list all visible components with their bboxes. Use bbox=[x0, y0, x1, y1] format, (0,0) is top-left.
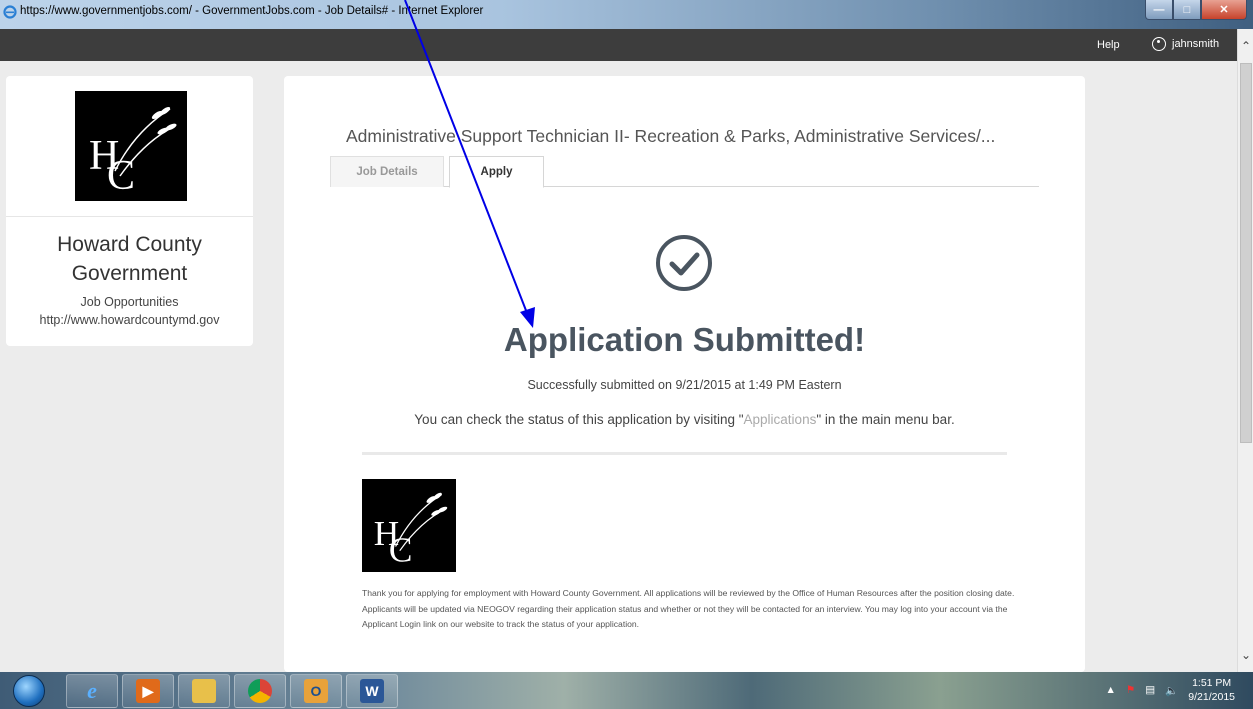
employer-url[interactable]: http://www.howardcountymd.gov bbox=[6, 313, 253, 327]
outlook-icon: O bbox=[304, 679, 328, 703]
user-menu[interactable]: jahnsmith bbox=[1152, 37, 1219, 51]
volume-icon[interactable]: 🔈 bbox=[1165, 684, 1178, 697]
windows-taskbar: e ▶ O W ▲ ⚑ ▤ 🔈 1:51 PM 9/21/2015 bbox=[0, 672, 1253, 709]
maximize-button[interactable]: □ bbox=[1173, 0, 1201, 20]
job-title: Administrative Support Technician II- Re… bbox=[346, 126, 996, 146]
window-title: https://www.governmentjobs.com/ - Govern… bbox=[20, 5, 484, 17]
employer-name: Howard County Government bbox=[57, 233, 202, 285]
taskbar-chrome[interactable] bbox=[234, 674, 286, 708]
wheat-logo-icon: H C bbox=[89, 106, 177, 199]
tab-job-details[interactable]: Job Details bbox=[330, 156, 444, 187]
employer-card: H C Howard County Government Job Opportu… bbox=[6, 76, 253, 346]
submitted-heading: Application Submitted! bbox=[503, 321, 866, 358]
taskbar-clock[interactable]: 1:51 PM 9/21/2015 bbox=[1188, 676, 1235, 704]
section-divider bbox=[362, 452, 1007, 455]
card-divider bbox=[6, 216, 253, 217]
taskbar-outlook[interactable]: O bbox=[290, 674, 342, 708]
vertical-scrollbar[interactable]: ⌃ ⌄ bbox=[1237, 29, 1253, 672]
word-icon: W bbox=[360, 679, 384, 703]
employer-subtitle: Job Opportunities bbox=[80, 295, 179, 309]
username-label: jahnsmith bbox=[1172, 38, 1220, 50]
tab-bar: Job Details Apply bbox=[330, 156, 1039, 188]
applications-link[interactable]: Applications bbox=[744, 412, 817, 427]
scroll-up-icon[interactable]: ⌃ bbox=[1241, 39, 1251, 53]
close-button[interactable]: ✕ bbox=[1201, 0, 1247, 20]
internet-explorer-icon bbox=[3, 5, 17, 19]
taskbar-file-explorer[interactable] bbox=[178, 674, 230, 708]
submitted-timestamp: Successfully submitted on 9/21/2015 at 1… bbox=[527, 378, 842, 392]
checkmark-circle-icon bbox=[656, 235, 712, 291]
svg-text:C: C bbox=[107, 153, 135, 199]
taskbar-media-player[interactable]: ▶ bbox=[122, 674, 174, 708]
taskbar-word[interactable]: W bbox=[346, 674, 398, 708]
employer-logo-small: H C bbox=[362, 479, 456, 572]
window-title-bar[interactable]: https://www.governmentjobs.com/ - Govern… bbox=[0, 0, 1253, 29]
internet-explorer-icon: e bbox=[87, 678, 97, 703]
minimize-button[interactable]: — bbox=[1145, 0, 1173, 20]
tab-apply[interactable]: Apply bbox=[449, 156, 544, 188]
taskbar-internet-explorer[interactable]: e bbox=[66, 674, 118, 708]
action-center-icon[interactable]: ⚑ bbox=[1126, 684, 1135, 696]
user-icon bbox=[1152, 37, 1166, 51]
start-button[interactable] bbox=[13, 675, 45, 707]
window-controls: — □ ✕ bbox=[1145, 0, 1247, 22]
scrollbar-thumb[interactable] bbox=[1240, 63, 1252, 443]
employer-logo: H C bbox=[75, 91, 187, 201]
scroll-down-icon[interactable]: ⌄ bbox=[1241, 648, 1251, 662]
site-top-nav: Help jahnsmith bbox=[0, 29, 1237, 61]
network-icon[interactable]: ▤ bbox=[1145, 684, 1155, 696]
help-link[interactable]: Help bbox=[1097, 39, 1120, 51]
media-player-icon: ▶ bbox=[136, 679, 160, 703]
main-content-card: Administrative Support Technician II- Re… bbox=[284, 76, 1085, 672]
show-hidden-icons-icon[interactable]: ▲ bbox=[1105, 684, 1115, 696]
system-tray: ▲ ⚑ ▤ 🔈 1:51 PM 9/21/2015 bbox=[1105, 676, 1235, 704]
wheat-logo-icon: H C bbox=[374, 492, 448, 570]
chrome-icon bbox=[248, 679, 272, 703]
status-instructions: You can check the status of this applica… bbox=[414, 412, 955, 427]
thank-you-text: Thank you for applying for employment wi… bbox=[362, 588, 1015, 629]
svg-text:C: C bbox=[389, 531, 413, 570]
folder-icon bbox=[192, 679, 216, 703]
